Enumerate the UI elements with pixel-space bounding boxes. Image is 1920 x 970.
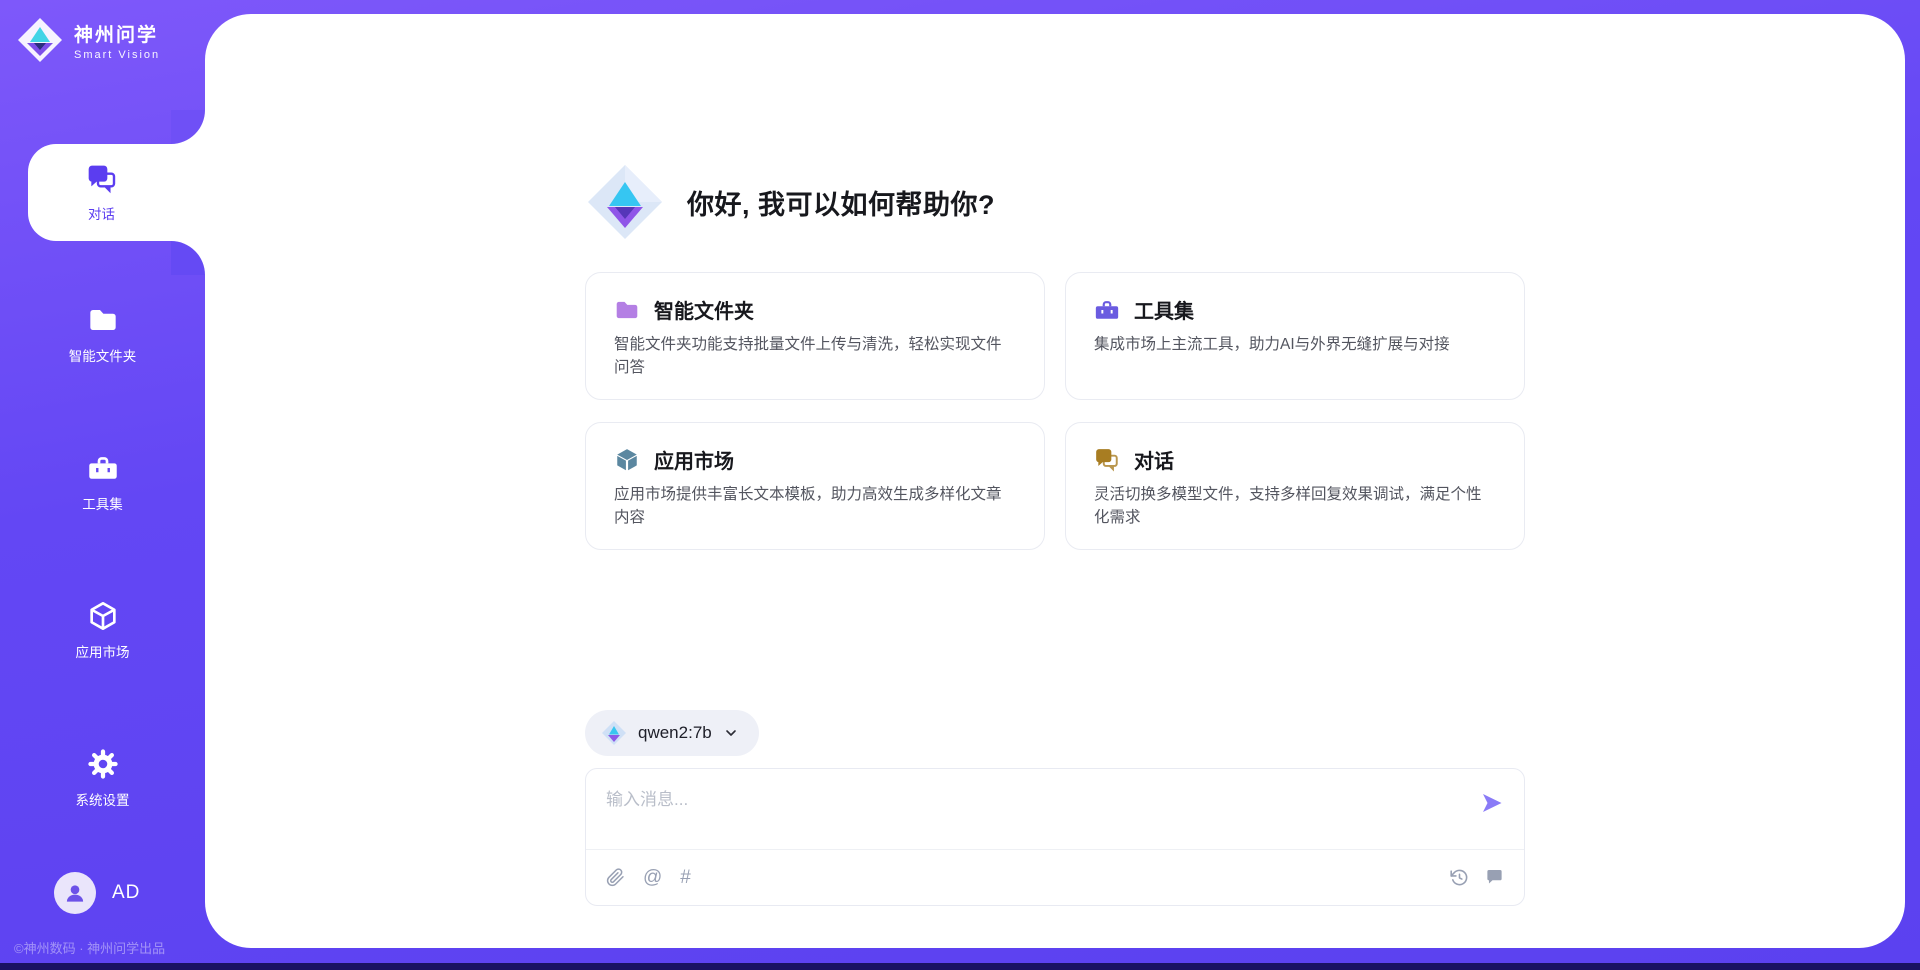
diamond-logo-icon xyxy=(601,720,627,746)
diamond-logo-icon xyxy=(16,16,64,64)
tab-fillet-top xyxy=(171,110,205,144)
chat-icon xyxy=(86,163,118,195)
send-icon[interactable] xyxy=(1480,791,1504,815)
sidebar-item-app-market[interactable]: 应用市场 xyxy=(0,588,205,672)
card-title: 智能文件夹 xyxy=(654,295,754,324)
sidebar-item-label: 系统设置 xyxy=(76,789,130,809)
sidebar-item-chat[interactable]: 对话 xyxy=(28,144,205,241)
copyright: ©神州数码 · 神州问学出品 xyxy=(14,938,165,957)
chat-icon xyxy=(1094,447,1120,473)
folder-icon xyxy=(87,304,119,336)
chevron-down-icon xyxy=(723,725,739,741)
diamond-logo-icon xyxy=(585,162,665,242)
user-account[interactable]: AD xyxy=(54,872,140,914)
cube-icon xyxy=(87,600,119,632)
card-title: 应用市场 xyxy=(654,445,734,474)
card-description: 应用市场提供丰富长文本模板，助力高效生成多样化文章内容 xyxy=(614,483,1016,530)
sidebar-item-label: 应用市场 xyxy=(76,641,130,661)
card-toolset[interactable]: 工具集 集成市场上主流工具，助力AI与外界无缝扩展与对接 xyxy=(1065,272,1525,400)
composer: @ # xyxy=(585,768,1525,906)
sidebar-item-label: 对话 xyxy=(88,203,115,223)
at-icon[interactable]: @ xyxy=(643,868,662,887)
card-chat[interactable]: 对话 灵活切换多模型文件，支持多样回复效果调试，满足个性化需求 xyxy=(1065,422,1525,550)
briefcase-icon xyxy=(87,452,119,484)
grid-cube-icon xyxy=(614,447,640,473)
tab-fillet-bottom xyxy=(171,241,205,275)
main-panel: 你好, 我可以如何帮助你? 智能文件夹 智能文件夹功能支持批量文件上传与清洗，轻… xyxy=(205,14,1905,948)
composer-toolbar: @ # xyxy=(586,849,1524,905)
greeting: 你好, 我可以如何帮助你? xyxy=(585,162,1525,242)
card-description: 集成市场上主流工具，助力AI与外界无缝扩展与对接 xyxy=(1094,333,1496,356)
card-title: 工具集 xyxy=(1134,295,1194,324)
sidebar-item-smart-folder[interactable]: 智能文件夹 xyxy=(0,292,205,376)
brand-name: 神州问学 xyxy=(74,20,160,47)
sidebar-item-label: 工具集 xyxy=(82,493,123,513)
card-app-market[interactable]: 应用市场 应用市场提供丰富长文本模板，助力高效生成多样化文章内容 xyxy=(585,422,1045,550)
user-avatar-icon xyxy=(62,880,88,906)
brand-subtitle: Smart Vision xyxy=(74,49,160,61)
card-title: 对话 xyxy=(1134,445,1174,474)
feature-cards: 智能文件夹 智能文件夹功能支持批量文件上传与清洗，轻松实现文件问答 工具集 集成… xyxy=(585,272,1525,550)
bottom-edge xyxy=(0,963,1920,970)
model-selector[interactable]: qwen2:7b xyxy=(585,710,759,756)
message-input[interactable] xyxy=(586,769,1446,847)
briefcase-icon xyxy=(1094,297,1120,323)
brand: 神州问学 Smart Vision xyxy=(16,16,160,64)
folder-icon xyxy=(614,297,640,323)
sidebar-item-toolset[interactable]: 工具集 xyxy=(0,440,205,524)
card-description: 智能文件夹功能支持批量文件上传与清洗，轻松实现文件问答 xyxy=(614,333,1016,380)
avatar xyxy=(54,872,96,914)
chat-bubble-icon[interactable] xyxy=(1485,868,1504,887)
user-name: AD xyxy=(112,882,140,904)
gear-icon xyxy=(87,748,119,780)
card-smart-folder[interactable]: 智能文件夹 智能文件夹功能支持批量文件上传与清洗，轻松实现文件问答 xyxy=(585,272,1045,400)
greeting-text: 你好, 我可以如何帮助你? xyxy=(687,183,995,222)
model-name: qwen2:7b xyxy=(638,723,712,743)
sidebar-item-settings[interactable]: 系统设置 xyxy=(0,736,205,820)
sidebar-item-label: 智能文件夹 xyxy=(69,345,137,365)
paperclip-icon[interactable] xyxy=(606,868,625,887)
card-description: 灵活切换多模型文件，支持多样回复效果调试，满足个性化需求 xyxy=(1094,483,1496,530)
hash-icon[interactable]: # xyxy=(680,868,691,887)
history-icon[interactable] xyxy=(1450,868,1469,887)
